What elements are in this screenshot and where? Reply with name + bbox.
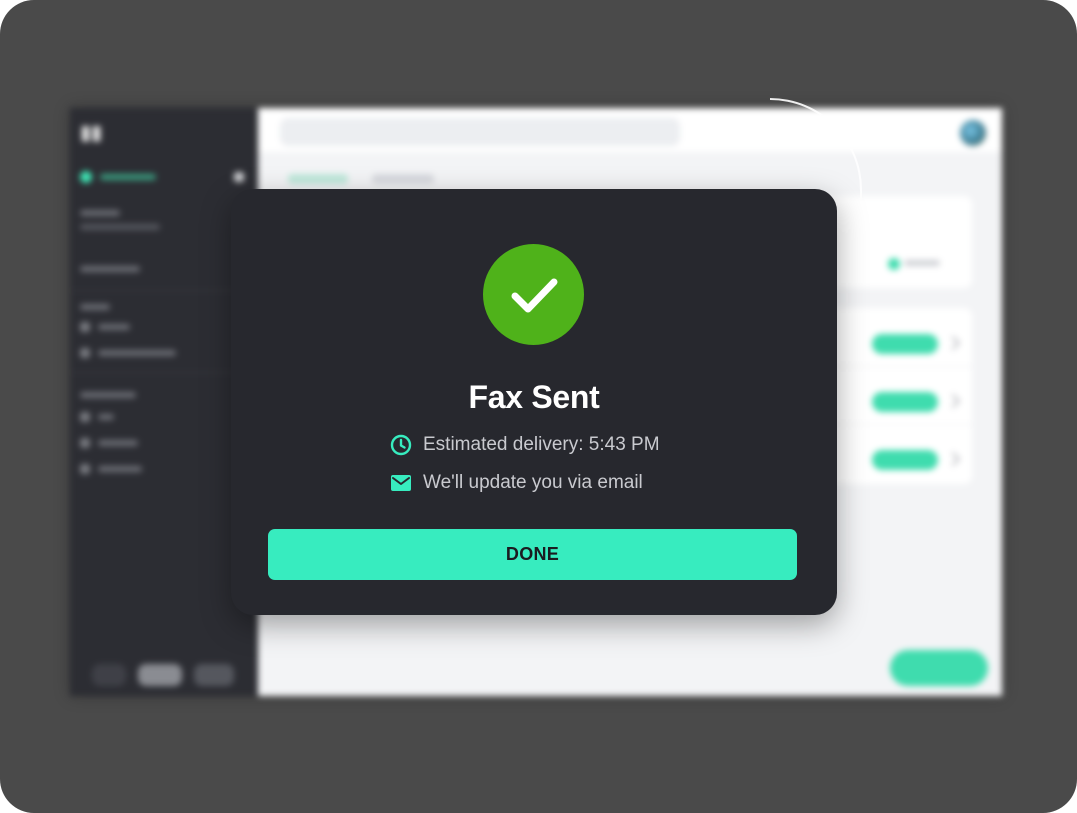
success-badge [483,244,584,345]
screen-frame: ▮▮ Fax Sent Estimated delivery: 5:43 PM … [0,0,1077,813]
background-sidebar: ▮▮ [70,108,258,696]
done-button[interactable]: DONE [268,529,797,580]
background-fab [890,650,988,686]
delivery-text: Estimated delivery: 5:43 PM [423,434,660,455]
email-notice: We'll update you via email [389,470,643,496]
delivery-estimate: Estimated delivery: 5:43 PM [389,432,660,458]
app-logo: ▮▮ [80,122,103,144]
clock-icon [389,433,413,457]
avatar [960,120,986,146]
dialog-title: Fax Sent [468,379,600,415]
checkmark-icon [511,278,558,313]
envelope-icon [389,471,413,495]
background-nav-active [80,166,240,188]
email-text: We'll update you via email [423,472,643,493]
background-search [280,118,680,146]
fax-sent-dialog: Fax Sent Estimated delivery: 5:43 PM We'… [231,189,837,615]
